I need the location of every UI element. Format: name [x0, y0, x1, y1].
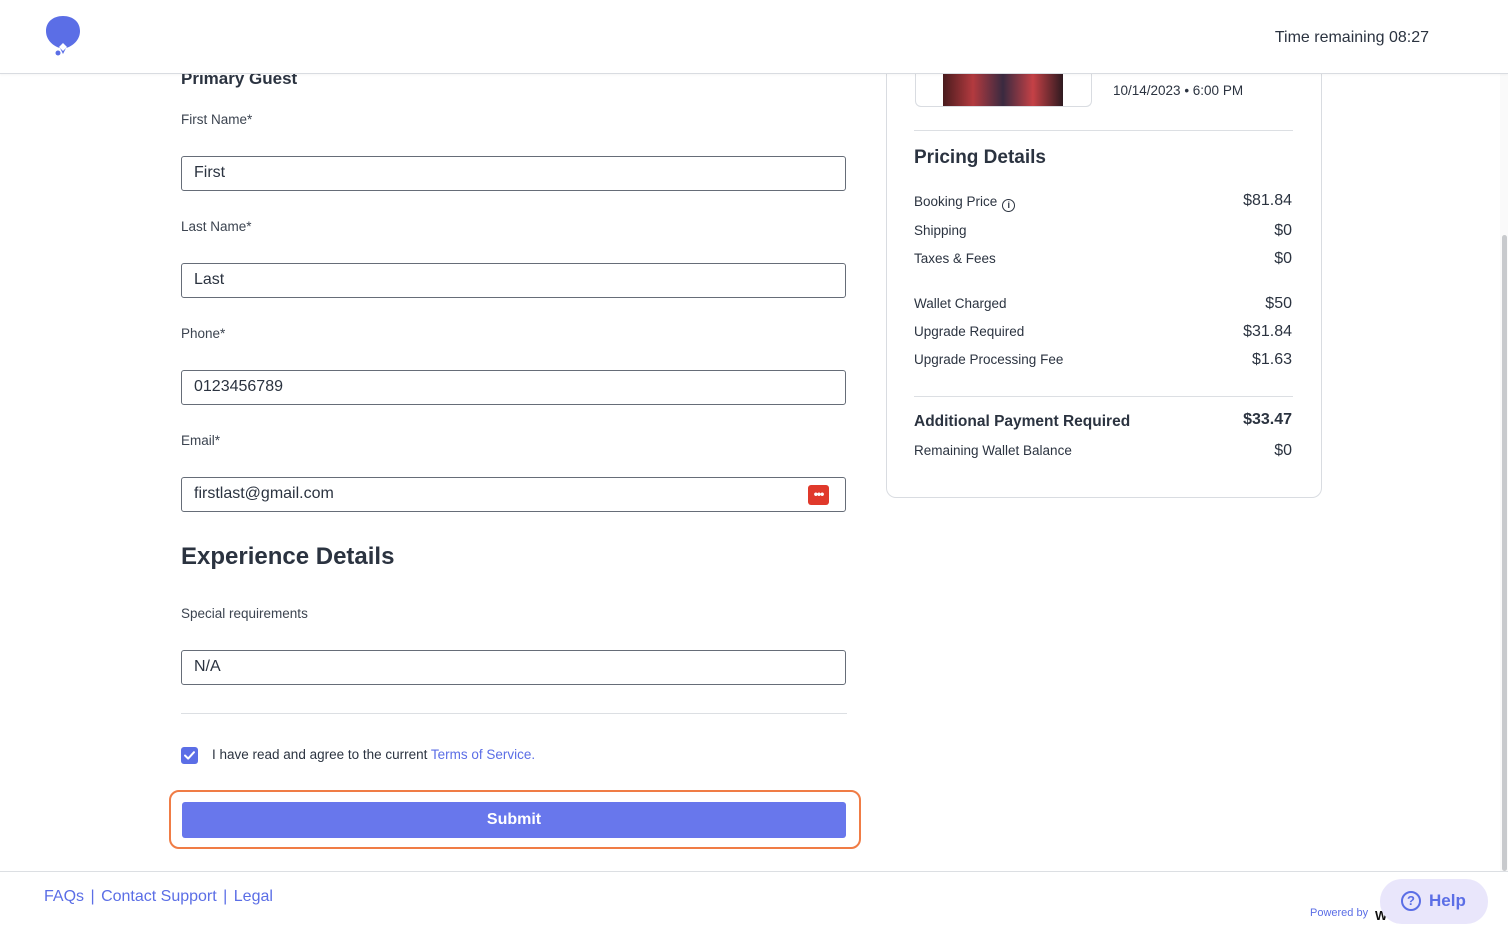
info-icon[interactable]: i	[1002, 199, 1016, 212]
additional-payment-value: $33.47	[1243, 411, 1292, 428]
event-date: 10/14/2023 • 6:00 PM	[1113, 83, 1244, 98]
last-name-field[interactable]: Last	[181, 263, 846, 298]
pricing-details-heading: Pricing Details	[914, 147, 1046, 168]
taxes-fees-value: $0	[1274, 250, 1292, 267]
remaining-balance-label: Remaining Wallet Balance	[914, 443, 1072, 458]
wallet-charged-label: Wallet Charged	[914, 296, 1007, 311]
remaining-balance-value: $0	[1274, 442, 1292, 459]
experience-details-heading: Experience Details	[181, 543, 395, 570]
help-label: Help	[1429, 891, 1466, 910]
faqs-link[interactable]: FAQs	[44, 888, 84, 905]
question-icon: ?	[1401, 891, 1421, 911]
email-field[interactable]: firstlast@gmail.com	[194, 485, 334, 502]
footer-links: FAQs | Contact Support | Legal	[44, 888, 273, 906]
shipping-label: Shipping	[914, 223, 967, 238]
top-header: Time remaining 08:27	[0, 0, 1508, 74]
terms-of-service-link[interactable]: Terms of Service.	[431, 747, 535, 762]
brand-logo-icon[interactable]	[44, 14, 82, 58]
additional-payment-label: Additional Payment Required	[914, 413, 1131, 430]
upgrade-fee-value: $1.63	[1251, 351, 1292, 368]
event-thumbnail	[943, 74, 1063, 106]
upgrade-required-value: $31.84	[1243, 323, 1292, 340]
upgrade-fee-label: Upgrade Processing Fee	[914, 352, 1064, 367]
taxes-fees-label: Taxes & Fees	[914, 251, 996, 266]
password-manager-icon[interactable]: •••	[808, 485, 829, 505]
booking-price-value: $81.84	[1243, 192, 1292, 209]
footer-separator: |	[90, 888, 95, 905]
first-name-field[interactable]: First	[181, 156, 846, 191]
terms-checkbox[interactable]	[181, 747, 198, 764]
terms-agreement: I have read and agree to the current Ter…	[212, 747, 535, 762]
legal-link[interactable]: Legal	[234, 888, 273, 905]
footer-separator: |	[223, 888, 228, 905]
contact-support-link[interactable]: Contact Support	[101, 888, 217, 905]
submit-button[interactable]: Submit	[182, 802, 846, 838]
powered-by-text: Powered by	[1310, 907, 1369, 919]
phone-field[interactable]: 0123456789	[181, 370, 846, 405]
special-requirements-field[interactable]: N/A	[181, 650, 846, 685]
upgrade-required-label: Upgrade Required	[914, 324, 1025, 339]
special-requirements-label: Special requirements	[181, 606, 308, 621]
first-name-label: First Name*	[181, 112, 253, 127]
help-button[interactable]: ? Help	[1380, 879, 1488, 924]
last-name-label: Last Name*	[181, 219, 252, 234]
checkmark-icon	[184, 751, 195, 760]
wallet-charged-value: $50	[1265, 295, 1292, 312]
card-divider	[914, 130, 1293, 131]
email-field-container[interactable]: firstlast@gmail.com •••	[181, 477, 846, 512]
scrollbar-thumb[interactable]	[1502, 235, 1507, 871]
email-label: Email*	[181, 433, 221, 448]
booking-price-label: Booking Price i	[914, 194, 1016, 212]
booking-price-text: Booking Price	[914, 194, 998, 209]
time-remaining: Time remaining 08:27	[1274, 29, 1429, 46]
terms-prefix: I have read and agree to the current	[212, 747, 431, 762]
card-divider	[914, 396, 1293, 397]
shipping-value: $0	[1274, 222, 1292, 239]
form-divider	[181, 713, 847, 714]
phone-label: Phone*	[181, 326, 226, 341]
